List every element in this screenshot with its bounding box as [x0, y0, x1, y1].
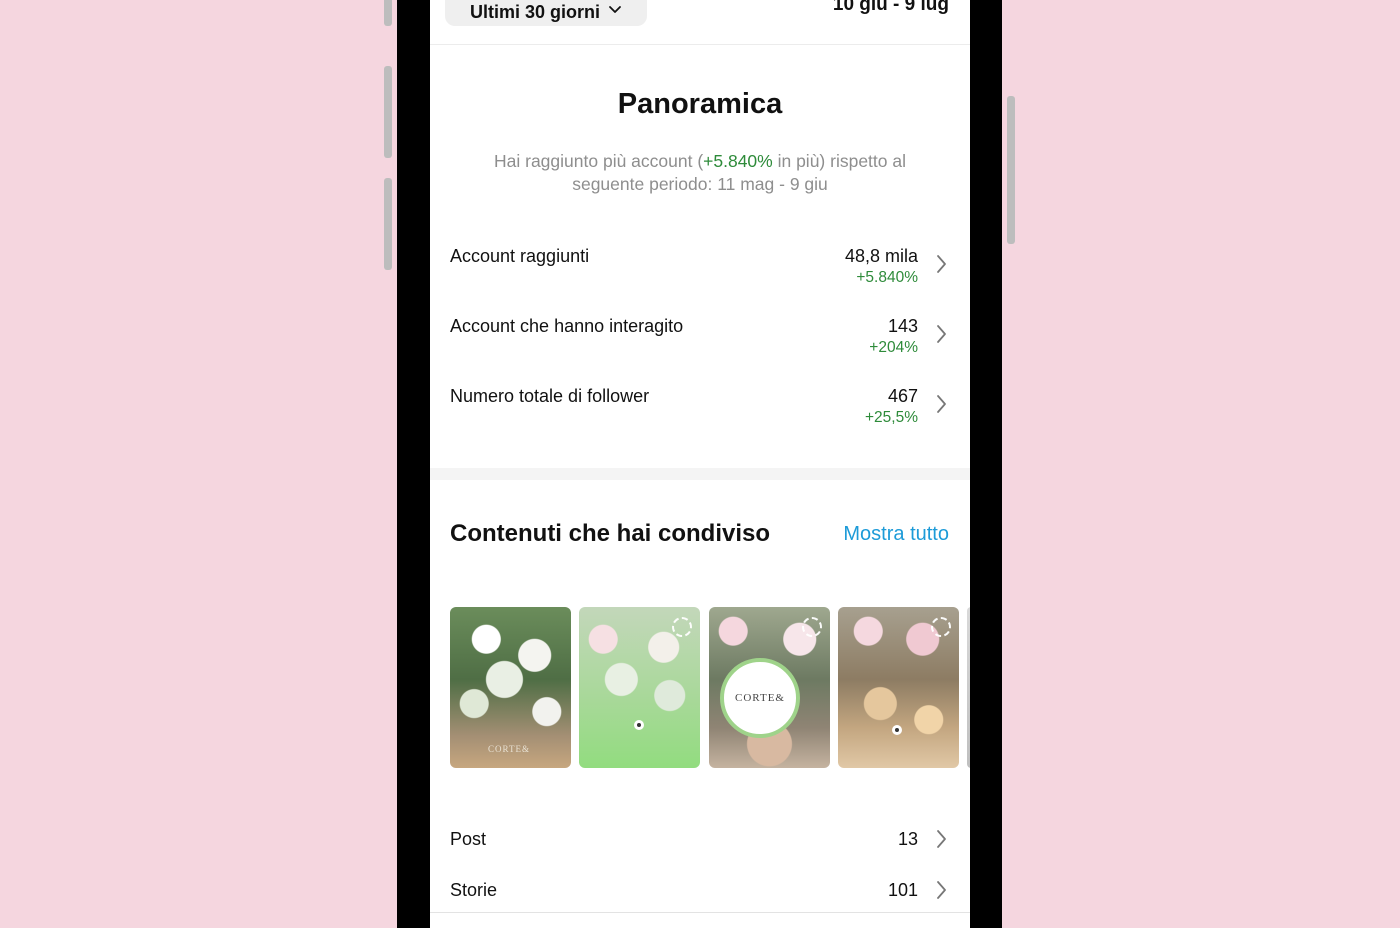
phone-screen: Ultimi 30 giorni 10 giu - 9 lug Panorami…: [430, 0, 970, 928]
metric-row-accounts-engaged[interactable]: Account che hanno interagito 143 +204%: [430, 316, 970, 372]
content-row-stories[interactable]: Storie 101: [430, 880, 970, 910]
top-bar: Ultimi 30 giorni 10 giu - 9 lug: [430, 0, 970, 45]
overview-subtitle: Hai raggiunto più account (+5.840% in pi…: [470, 150, 930, 196]
metric-label: Numero totale di follower: [450, 386, 650, 406]
story-icon: [802, 617, 822, 637]
subtitle-text: Hai raggiunto più account (: [494, 151, 704, 171]
chevron-right-icon: [937, 830, 946, 848]
content-row-posts[interactable]: Post 13: [430, 829, 970, 859]
see-all-link[interactable]: Mostra tutto: [843, 523, 949, 546]
section-divider: [430, 468, 970, 480]
date-range-dropdown-label: Ultimi 30 giorni: [469, 1, 601, 22]
date-range-text: 10 giu - 9 lug: [832, 0, 949, 15]
content-row-label: Post: [450, 829, 487, 849]
metric-value: 467: [887, 386, 918, 406]
story-thumbnail[interactable]: CORTE&: [709, 607, 830, 768]
overview-title: Panoramica: [617, 88, 783, 120]
content-thumbnail[interactable]: CORTE&: [450, 607, 571, 768]
metric-delta: +25,5%: [864, 409, 918, 426]
content-thumbnails: CORTE& CORTE&: [450, 607, 970, 769]
volume-down-button: [384, 178, 392, 270]
metric-label: Account raggiunti: [450, 246, 590, 266]
content-thumbnail-partial[interactable]: [967, 607, 970, 768]
chevron-right-icon: [937, 255, 946, 273]
bottom-divider: [430, 912, 970, 913]
subtitle-highlight: +5.840%: [703, 151, 773, 171]
content-row-label: Storie: [450, 880, 498, 900]
metric-delta: +204%: [869, 339, 918, 356]
metric-label: Account che hanno interagito: [450, 316, 684, 336]
content-row-value: 101: [887, 880, 918, 900]
story-thumbnail[interactable]: [838, 607, 959, 768]
metric-value: 48,8 mila: [844, 246, 918, 266]
volume-up-button: [384, 66, 392, 158]
thumbnail-logo: CORTE&: [720, 658, 800, 738]
metric-value: 143: [887, 316, 918, 336]
date-range-dropdown[interactable]: Ultimi 30 giorni: [445, 0, 647, 26]
content-section-title: Contenuti che hai condiviso: [450, 520, 771, 547]
metric-delta: +5.840%: [856, 269, 918, 286]
chevron-right-icon: [937, 325, 946, 343]
content-row-value: 13: [897, 829, 918, 849]
story-thumbnail[interactable]: [579, 607, 700, 768]
metric-row-accounts-reached[interactable]: Account raggiunti 48,8 mila +5.840%: [430, 246, 970, 302]
chevron-right-icon: [937, 395, 946, 413]
chevron-down-icon: [609, 6, 621, 13]
page-stage: Ultimi 30 giorni 10 giu - 9 lug Panorami…: [0, 0, 1400, 928]
story-icon: [931, 617, 951, 637]
metric-row-total-followers[interactable]: Numero totale di follower 467 +25,5%: [430, 386, 970, 442]
sticker-dot-icon: [892, 725, 902, 735]
sticker-dot-icon: [634, 720, 644, 730]
power-button: [1007, 96, 1015, 244]
story-icon: [672, 617, 692, 637]
thumbnail-logo: CORTE&: [488, 744, 530, 754]
phone-side-button: [384, 0, 392, 26]
chevron-right-icon: [937, 881, 946, 899]
